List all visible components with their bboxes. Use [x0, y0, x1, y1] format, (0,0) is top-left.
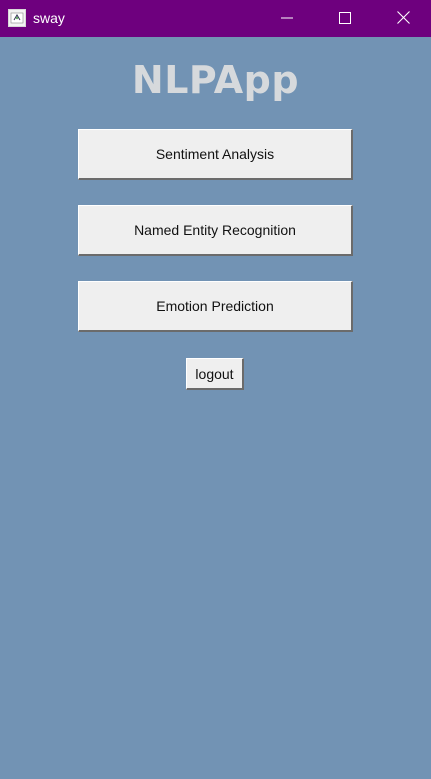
maximize-icon	[339, 9, 351, 28]
window-title: sway	[33, 10, 65, 26]
app-feather-icon	[8, 9, 26, 27]
sentiment-analysis-button[interactable]: Sentiment Analysis	[78, 129, 353, 180]
minimize-button[interactable]	[258, 0, 316, 37]
app-window: sway NLPApp Sentiment Analysis Named Ent…	[0, 0, 431, 779]
app-title: NLPApp	[131, 58, 300, 102]
named-entity-recognition-button[interactable]: Named Entity Recognition	[78, 205, 353, 256]
title-bar[interactable]: sway	[0, 0, 431, 37]
close-button[interactable]	[374, 0, 431, 37]
maximize-button[interactable]	[316, 0, 374, 37]
minimize-icon	[281, 9, 293, 28]
emotion-prediction-button[interactable]: Emotion Prediction	[78, 281, 353, 332]
logout-button[interactable]: logout	[186, 358, 244, 390]
close-icon	[396, 9, 410, 28]
